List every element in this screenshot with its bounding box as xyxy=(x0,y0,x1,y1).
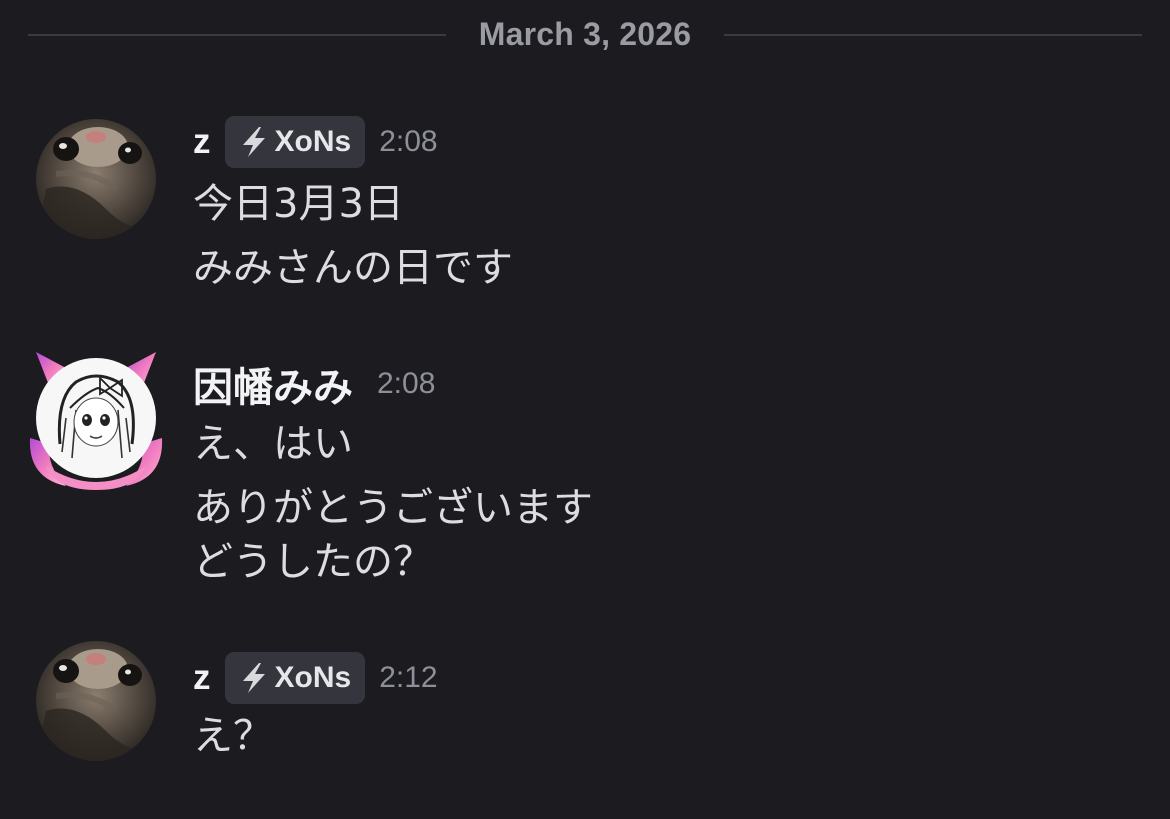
message-header: z XoNs 2:12 xyxy=(193,650,438,706)
message-line: え？ xyxy=(193,713,273,759)
anime-girl-avatar-icon xyxy=(29,352,163,490)
timestamp: 2:08 xyxy=(377,367,436,400)
message-line: ありがとうございます xyxy=(193,485,593,531)
message-line: 今日3月3日 xyxy=(193,181,404,227)
server-tag[interactable]: XoNs xyxy=(224,116,366,168)
message-line: え、はい xyxy=(193,421,353,467)
timestamp: 2:08 xyxy=(379,125,438,158)
avatar-inaba-mimi[interactable] xyxy=(26,348,166,490)
server-tag-label: XoNs xyxy=(274,125,352,158)
username[interactable]: z xyxy=(193,122,211,162)
message-line: みみさんの日です xyxy=(193,245,513,291)
message-header: z XoNs 2:08 xyxy=(193,114,438,170)
message-header: 因幡みみ 2:08 xyxy=(193,356,435,412)
server-tag-label: XoNs xyxy=(274,661,352,694)
date-divider: March 3, 2026 xyxy=(28,12,1142,58)
avatar-z[interactable] xyxy=(36,641,156,761)
timestamp: 2:12 xyxy=(379,661,438,694)
cat-photo-avatar-icon xyxy=(36,641,156,761)
chat-log: March 3, 2026 z XoNs 2:08 今日3月3日 みみさんの日で… xyxy=(0,0,1170,819)
lightning-bolt-icon xyxy=(242,663,265,693)
message-line: どうしたの？ xyxy=(193,539,433,585)
username[interactable]: z xyxy=(193,658,211,698)
cat-photo-avatar-icon xyxy=(36,119,156,239)
server-tag[interactable]: XoNs xyxy=(224,652,366,704)
divider-line-right xyxy=(724,34,1142,36)
avatar-z[interactable] xyxy=(36,119,156,239)
username[interactable]: 因幡みみ xyxy=(193,355,353,413)
lightning-bolt-icon xyxy=(242,127,265,157)
